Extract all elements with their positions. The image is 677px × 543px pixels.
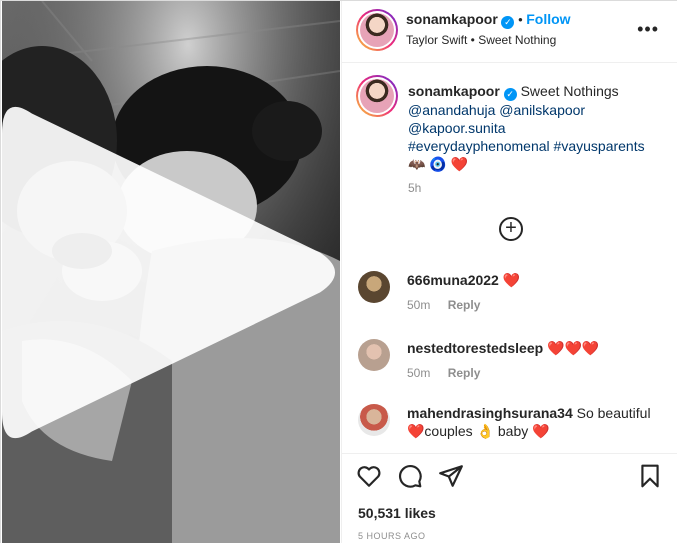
caption-mentions-2[interactable]: @kapoor.sunita (408, 119, 668, 137)
save-bookmark-icon[interactable] (637, 463, 663, 489)
caption-avatar[interactable] (356, 75, 398, 117)
commenter-username[interactable]: nestedtorestedsleep (407, 340, 543, 356)
caption-timestamp[interactable]: 5h (408, 179, 668, 197)
caption-hashtags[interactable]: #everydayphenomenal #vayusparents (408, 137, 668, 155)
post-timestamp[interactable]: 5 HOURS AGO (358, 531, 426, 541)
verified-badge-icon: ✓ (501, 16, 515, 29)
post-details-panel: sonamkapoor ✓ • Follow Taylor Swift • Sw… (341, 1, 677, 543)
caption-emojis: 🦇 🧿 ❤️ (408, 156, 469, 172)
commenter-avatar[interactable] (358, 271, 390, 303)
play-icon[interactable] (2, 1, 340, 543)
comment-text: ❤️❤️❤️ (547, 340, 600, 356)
commenter-username[interactable]: 666muna2022 (407, 272, 499, 288)
comment-time[interactable]: 50m (407, 366, 430, 380)
post-actions-bar: 50,531 likes 5 HOURS AGO (342, 453, 677, 543)
comment-text: ❤️ (502, 272, 521, 288)
commenter-avatar[interactable] (358, 339, 390, 371)
audio-track[interactable]: Taylor Swift • Sweet Nothing (406, 33, 556, 47)
separator-dot: • (518, 12, 523, 27)
post-header: sonamkapoor ✓ • Follow Taylor Swift • Sw… (342, 1, 677, 63)
comment-text: So beautiful (576, 405, 651, 421)
caption-username[interactable]: sonamkapoor (408, 83, 500, 99)
caption-text: Sweet Nothings (520, 83, 619, 99)
reply-button[interactable]: Reply (448, 298, 481, 312)
verified-badge-icon: ✓ (503, 88, 517, 101)
likes-count[interactable]: 50,531 likes (358, 505, 436, 521)
like-heart-icon[interactable] (356, 463, 382, 489)
author-username[interactable]: sonamkapoor (406, 11, 498, 27)
comment-icon[interactable] (397, 463, 423, 489)
reply-button[interactable]: Reply (448, 366, 481, 380)
comment-text-line2: ❤️couples 👌 baby ❤️ (407, 423, 550, 439)
load-more-comments-icon[interactable]: + (499, 217, 523, 241)
share-icon[interactable] (438, 463, 464, 489)
more-options-icon[interactable]: ••• (637, 19, 659, 40)
author-avatar[interactable] (356, 9, 398, 51)
instagram-post-modal: sonamkapoor ✓ • Follow Taylor Swift • Sw… (0, 0, 677, 543)
post-video[interactable] (2, 1, 340, 543)
caption-mentions[interactable]: @anandahuja @anilskapoor (408, 101, 668, 119)
commenter-username[interactable]: mahendrasinghsurana34 (407, 405, 573, 421)
follow-button[interactable]: Follow (526, 11, 570, 27)
commenter-avatar[interactable] (358, 404, 390, 436)
comment-time[interactable]: 50m (407, 298, 430, 312)
